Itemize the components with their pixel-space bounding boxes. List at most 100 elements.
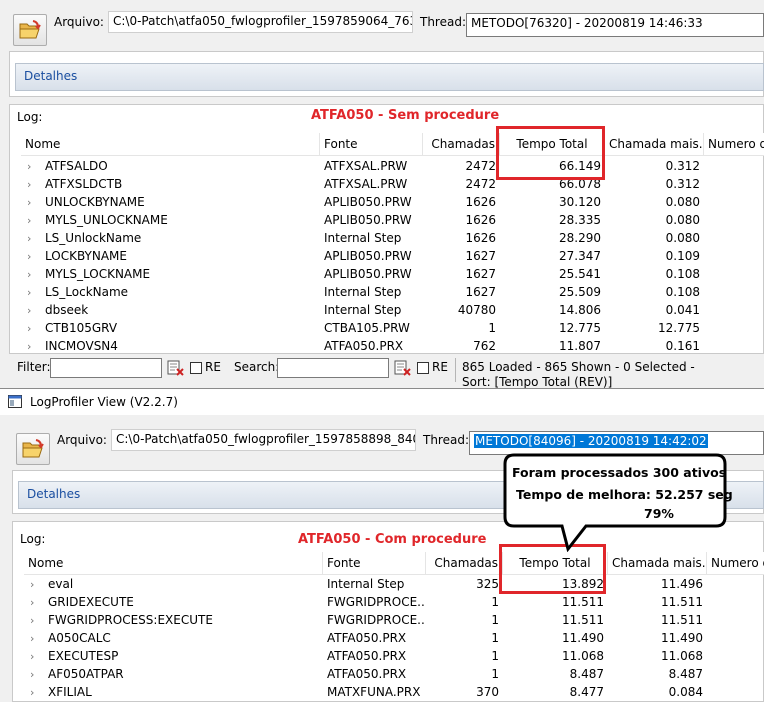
table-row[interactable]: › GRIDEXECUTE FWGRIDPROCE... 1 11.511 11.511 <box>24 593 764 611</box>
log-label-2: Log: <box>20 532 46 546</box>
expand-chevron-icon[interactable]: › <box>27 232 39 245</box>
window-title: LogProfiler View (V2.2.7) <box>30 395 178 409</box>
table-row[interactable]: › ATFSALDO ATFXSAL.PRW 2472 66.149 0.312 <box>21 157 764 175</box>
expand-chevron-icon[interactable]: › <box>30 650 42 663</box>
cell-chamada-mais: 11.511 <box>661 595 703 609</box>
cell-chamada-mais: 11.490 <box>661 631 703 645</box>
expand-chevron-icon[interactable]: › <box>27 268 39 281</box>
open-file-button[interactable] <box>13 14 47 46</box>
expand-chevron-icon[interactable]: › <box>27 214 39 227</box>
cell-fonte: ATFA050.PRX <box>327 667 407 681</box>
expand-chevron-icon[interactable]: › <box>27 322 39 335</box>
cell-chamada-mais: 12.775 <box>658 321 700 335</box>
cell-chamadas: 1626 <box>465 231 496 245</box>
clear-filter-icon[interactable] <box>167 359 185 377</box>
thread-value: METODO[76320] - 20200819 14:46:33 <box>471 16 703 30</box>
expand-chevron-icon[interactable]: › <box>30 668 42 681</box>
filter-re-label: RE <box>205 360 221 374</box>
col-chamada-mais[interactable]: Chamada mais... <box>605 133 704 155</box>
log-title: ATFA050 - Sem procedure <box>311 108 500 123</box>
table-row[interactable]: › EXECUTESP ATFA050.PRX 1 11.068 11.068 <box>24 647 764 665</box>
callout-line-2: Tempo de melhora: 52.257 seg <box>516 487 733 502</box>
cell-fonte: APLIB050.PRW <box>324 267 412 281</box>
open-file-button-2[interactable] <box>16 433 50 465</box>
table-row[interactable]: › eval Internal Step 325 13.892 11.496 <box>24 575 764 593</box>
callout-line-3: 79% <box>644 506 674 521</box>
expand-chevron-icon[interactable]: › <box>27 286 39 299</box>
cell-nome: › INCMOVSN4 <box>21 339 320 353</box>
expand-chevron-icon[interactable]: › <box>30 686 42 699</box>
expand-chevron-icon[interactable]: › <box>27 160 39 173</box>
table-row[interactable]: › LS_UnlockName Internal Step 1626 28.290 0.0… <box>21 229 764 247</box>
cell-nome: › LS_UnlockName <box>21 231 320 245</box>
row-name-text: MYLS_UNLOCKNAME <box>45 213 168 227</box>
filter-re-checkbox[interactable] <box>190 362 202 374</box>
cell-fonte: Internal Step <box>324 303 402 317</box>
filter-input[interactable] <box>50 358 162 378</box>
cell-fonte: ATFA050.PRX <box>327 649 407 663</box>
cell-chamada-mais: 0.161 <box>665 339 700 353</box>
cell-fonte: APLIB050.PRW <box>324 213 412 227</box>
table-row[interactable]: › INCMOVSN4 ATFA050.PRX 762 11.807 0.161 <box>21 337 764 355</box>
detalhes-toggle[interactable]: Detalhes <box>15 63 764 91</box>
expand-chevron-icon[interactable]: › <box>30 596 42 609</box>
cell-fonte: MATXFUNA.PRX <box>327 685 421 699</box>
expand-chevron-icon[interactable]: › <box>27 304 39 317</box>
table-row[interactable]: › UNLOCKBYNAME APLIB050.PRW 1626 30.120 0.080 <box>21 193 764 211</box>
table-row[interactable]: › dbseek Internal Step 40780 14.806 0.041 <box>21 301 764 319</box>
expand-chevron-icon[interactable]: › <box>30 578 42 591</box>
table-row[interactable]: › CTB105GRV CTBA105.PRW 1 12.775 12.775 <box>21 319 764 337</box>
arquivo-field-2[interactable]: C:\0-Patch\atfa050_fwlogprofiler_1597858… <box>111 429 416 451</box>
cell-chamada-mais: 0.080 <box>665 195 700 209</box>
window-titlebar[interactable]: LogProfiler View (V2.2.7) <box>0 389 764 415</box>
cell-fonte: ATFA050.PRX <box>324 339 404 353</box>
table-row[interactable]: › LS_LockName Internal Step 1627 25.509 0.108 <box>21 283 764 301</box>
table-row[interactable]: › ATFXSLDCTB ATFXSAL.PRW 2472 66.078 0.312 <box>21 175 764 193</box>
expand-chevron-icon[interactable]: › <box>27 250 39 263</box>
row-name-text: LS_LockName <box>45 285 129 299</box>
table-row[interactable]: › MYLS_LOCKNAME APLIB050.PRW 1627 25.541 0.10… <box>21 265 764 283</box>
col-fonte-2[interactable]: Fonte <box>323 552 426 574</box>
col-numero-da-2[interactable]: Numero da <box>707 552 764 574</box>
cell-nome: › eval <box>24 577 323 591</box>
clear-search-icon[interactable] <box>394 359 412 377</box>
search-label: Search: <box>234 360 280 374</box>
cell-chamadas: 1626 <box>465 213 496 227</box>
search-re-checkbox[interactable] <box>417 362 429 374</box>
col-fonte[interactable]: Fonte <box>320 133 423 155</box>
expand-chevron-icon[interactable]: › <box>30 614 42 627</box>
search-input[interactable] <box>277 358 389 378</box>
table-row[interactable]: › MYLS_UNLOCKNAME APLIB050.PRW 1626 28.335 0.… <box>21 211 764 229</box>
cell-chamada-mais: 8.487 <box>668 667 703 681</box>
cell-nome: › FWGRIDPROCESS:EXECUTE <box>24 613 323 627</box>
col-chamadas[interactable]: Chamadas <box>423 133 500 155</box>
top-panel: Arquivo: C:\0-Patch\atfa050_fwlogprofile… <box>0 0 764 390</box>
table-row[interactable]: › LOCKBYNAME APLIB050.PRW 1627 27.347 0.109 <box>21 247 764 265</box>
row-name-text: ATFSALDO <box>45 159 108 173</box>
cell-tempo-total: 12.775 <box>559 321 601 335</box>
cell-fonte: FWGRIDPROCE... <box>327 595 426 609</box>
cell-chamadas: 1 <box>491 649 499 663</box>
cell-fonte: Internal Step <box>324 231 402 245</box>
cell-chamadas: 1627 <box>465 285 496 299</box>
row-name-text: CTB105GRV <box>45 321 118 335</box>
table-row[interactable]: › XFILIAL MATXFUNA.PRX 370 8.477 0.084 <box>24 683 764 701</box>
table-row[interactable]: › AF050ATPAR ATFA050.PRX 1 8.487 8.487 <box>24 665 764 683</box>
table-row[interactable]: › FWGRIDPROCESS:EXECUTE FWGRIDPROCE... 1 11.… <box>24 611 764 629</box>
cell-nome: › LOCKBYNAME <box>21 249 320 263</box>
expand-chevron-icon[interactable]: › <box>27 196 39 209</box>
cell-chamada-mais: 11.496 <box>661 577 703 591</box>
col-nome-2[interactable]: Nome <box>24 552 323 574</box>
expand-chevron-icon[interactable]: › <box>27 178 39 191</box>
expand-chevron-icon[interactable]: › <box>30 632 42 645</box>
cell-tempo-total: 11.511 <box>562 613 604 627</box>
folder-open-icon <box>22 439 44 458</box>
thread-combo[interactable]: METODO[76320] - 20200819 14:46:33 <box>466 13 764 37</box>
expand-chevron-icon[interactable]: › <box>27 340 39 353</box>
table-row[interactable]: › A050CALC ATFA050.PRX 1 11.490 11.490 <box>24 629 764 647</box>
col-nome[interactable]: Nome <box>21 133 320 155</box>
col-chamada-mais-2[interactable]: Chamada mais... <box>608 552 707 574</box>
arquivo-field[interactable]: C:\0-Patch\atfa050_fwlogprofiler_1597859… <box>108 11 413 33</box>
col-numero-da[interactable]: Numero da <box>704 133 764 155</box>
col-chamadas-2[interactable]: Chamadas <box>426 552 503 574</box>
